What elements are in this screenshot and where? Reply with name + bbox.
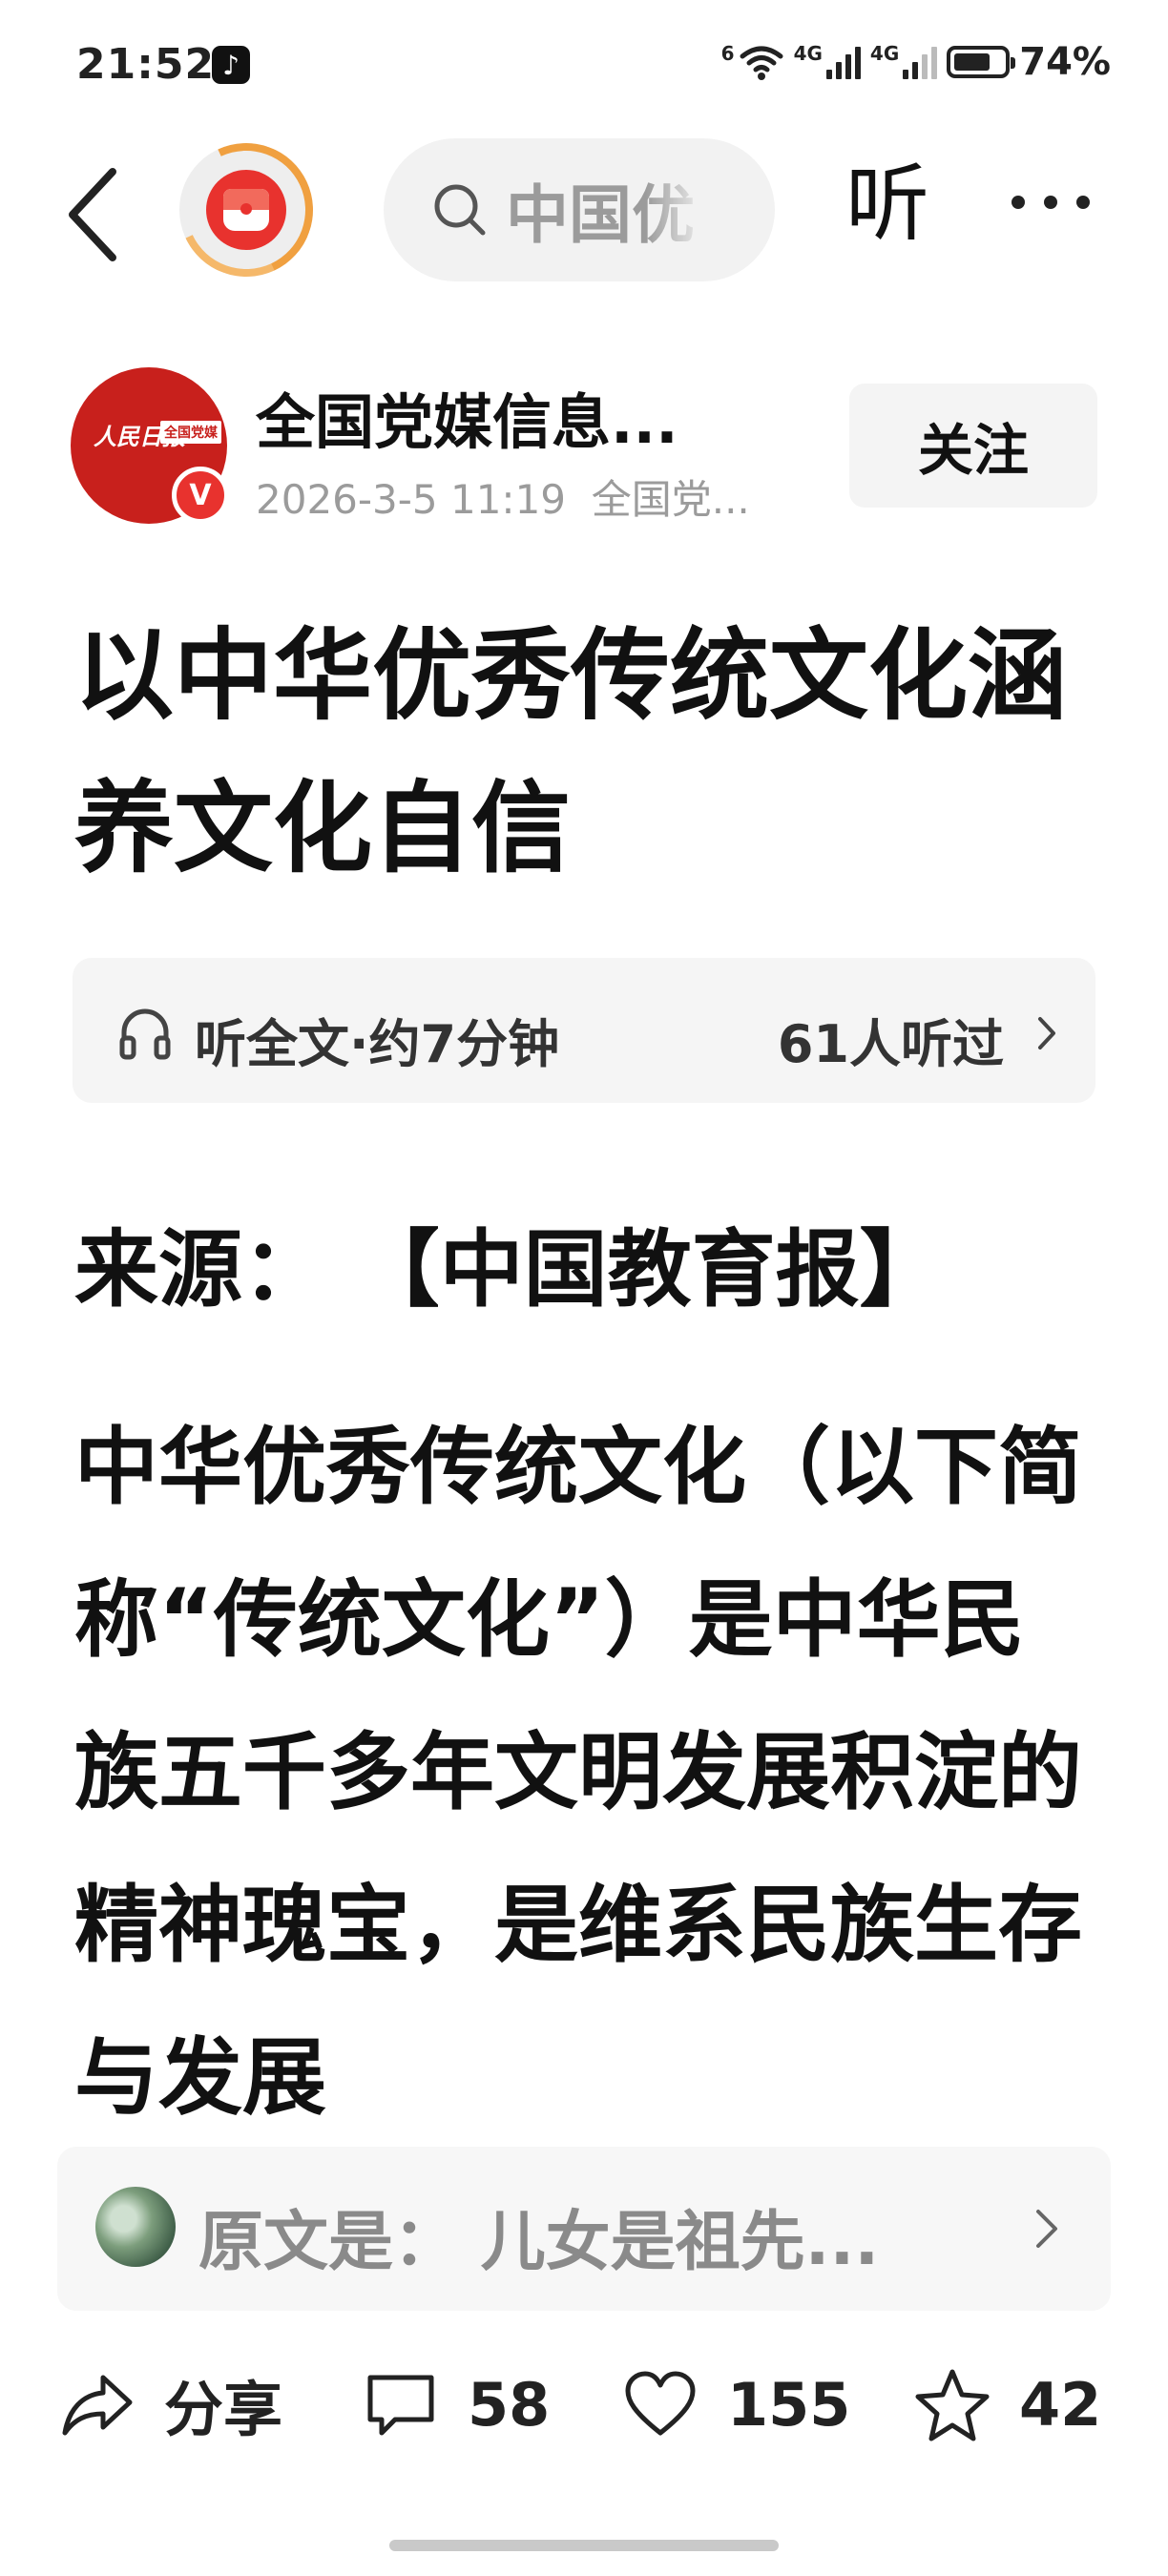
- more-dot-icon: [1012, 196, 1025, 209]
- battery-percent: 74%: [1019, 40, 1111, 84]
- publish-source: 全国党...: [591, 476, 750, 523]
- share-button[interactable]: 分享: [59, 2357, 282, 2452]
- heart-icon: [625, 2371, 696, 2436]
- article-paragraph: 中华优秀传统文化（以下简称“传统文化”）是中华民族五千多年文明发展积淀的精神瑰宝…: [74, 1418, 1083, 2123]
- share-label: 分享: [164, 2375, 283, 2444]
- comment-button[interactable]: 58: [363, 2357, 550, 2452]
- star-icon: [915, 2369, 990, 2441]
- original-text-card[interactable]: 原文是： 儿女是祖先...: [57, 2147, 1111, 2311]
- battery-icon: [947, 46, 1016, 78]
- chevron-right-icon: [1038, 1017, 1055, 1049]
- back-button[interactable]: [59, 162, 126, 267]
- signal-bars-1-icon: [825, 45, 861, 79]
- like-count: 155: [727, 2369, 851, 2440]
- comment-count: 58: [468, 2369, 551, 2440]
- back-arrow-icon: [69, 168, 116, 261]
- original-text-label: 原文是： 儿女是祖先...: [198, 2205, 880, 2280]
- comment-icon: [367, 2375, 434, 2436]
- article-body: 中华优秀传统文化（以下简称“传统文化”）是中华民族五千多年文明发展积淀的精神瑰宝…: [74, 1412, 1105, 2123]
- original-thumbnail: [95, 2187, 176, 2267]
- status-time: 21:52: [76, 40, 216, 89]
- battery-level-fill: [954, 53, 991, 71]
- author-meta: 2026-3-5 11:19 全国党...: [256, 467, 750, 526]
- like-button[interactable]: 155: [622, 2357, 850, 2452]
- search-bar[interactable]: 中国优: [384, 138, 775, 281]
- verified-badge-icon: V: [172, 467, 229, 524]
- listener-count: 61人听过: [777, 1014, 1004, 1074]
- network-type-2: 4G: [869, 42, 900, 65]
- headphones-icon: [119, 1008, 171, 1060]
- wifi-icon: [740, 46, 783, 80]
- more-dot-icon: [1044, 196, 1057, 209]
- network-type-1: 4G: [793, 42, 823, 65]
- signal-bars-2-icon: [903, 45, 938, 79]
- red-packet-activity-button[interactable]: [160, 124, 332, 296]
- audio-duration-label: 听全文·约7分钟: [195, 1014, 560, 1074]
- wifi-version-tag: 6: [720, 42, 735, 65]
- favorite-count: 42: [1019, 2369, 1102, 2440]
- listen-button[interactable]: 听: [845, 162, 929, 246]
- avatar-logo-tag: 全国党媒: [160, 421, 221, 444]
- more-dot-icon: [1076, 196, 1090, 209]
- article-title: 以中华优秀传统文化涵养文化自信: [74, 617, 1068, 886]
- listen-full-article-card[interactable]: 听全文·约7分钟 61人听过: [73, 958, 1095, 1103]
- favorite-button[interactable]: 42: [914, 2357, 1101, 2452]
- chevron-right-icon: [1036, 2210, 1057, 2248]
- article-source: 来源： 【中国教育报】: [74, 1220, 944, 1319]
- follow-button[interactable]: 关注: [849, 384, 1097, 508]
- author-name[interactable]: 全国党媒信息...: [256, 374, 678, 460]
- red-packet-icon: [206, 170, 286, 250]
- search-icon: [434, 184, 486, 236]
- tiktok-notification-icon: ♪: [212, 46, 250, 84]
- home-indicator[interactable]: [389, 2540, 779, 2551]
- publish-date: 2026-3-5 11:19: [256, 476, 567, 523]
- search-query-text: 中国优: [506, 178, 695, 252]
- more-options-button[interactable]: [1012, 183, 1107, 221]
- share-icon: [62, 2375, 133, 2436]
- author-avatar[interactable]: 人民日报 全国党媒 V: [71, 367, 229, 524]
- status-indicators: 6 4G 4G 74%: [721, 40, 1111, 84]
